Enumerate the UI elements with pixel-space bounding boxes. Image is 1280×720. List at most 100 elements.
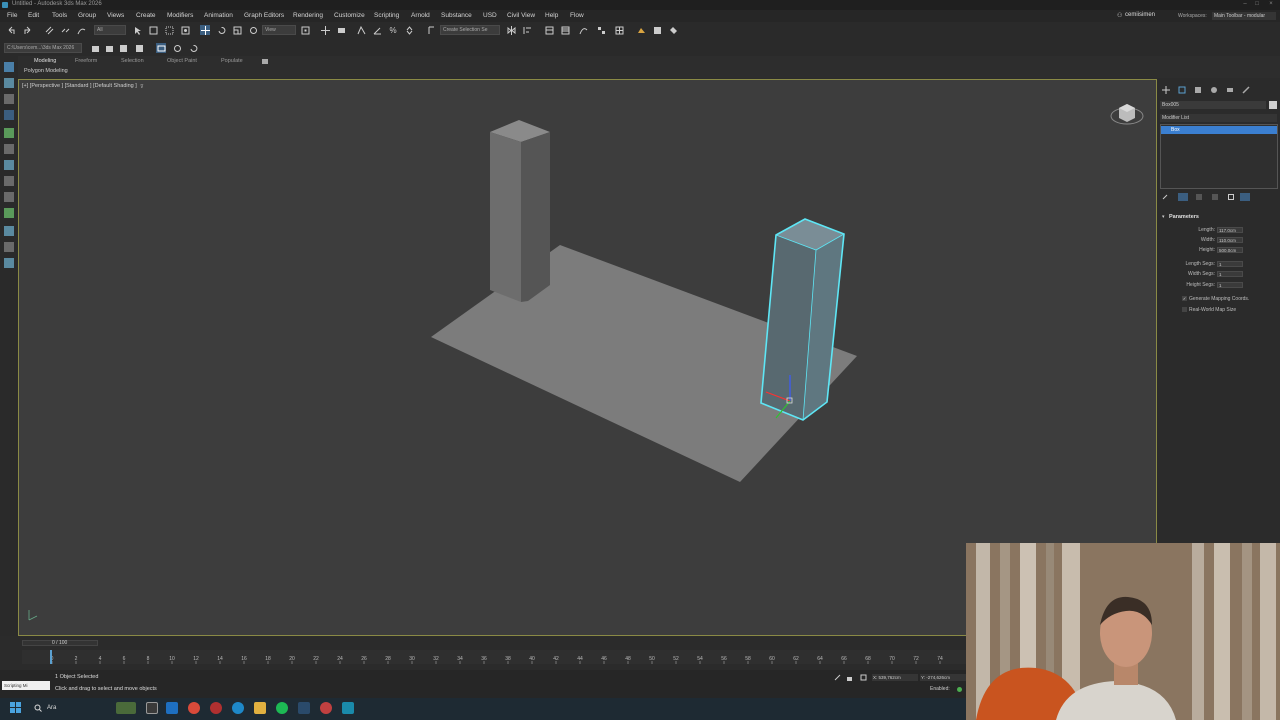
edit-named-selection-icon[interactable] [426, 25, 436, 35]
select-object-icon[interactable] [132, 25, 142, 35]
lock-selection-icon[interactable] [846, 674, 853, 681]
render-production-icon[interactable] [668, 25, 678, 35]
spinner-snap-icon[interactable] [404, 25, 414, 35]
absolute-mode-icon[interactable] [860, 674, 867, 681]
trash-icon[interactable] [1228, 194, 1234, 200]
display-tab-icon[interactable] [1226, 86, 1234, 94]
remove-modifier-icon[interactable] [1212, 194, 1218, 200]
menu-civil-view[interactable]: Civil View [507, 12, 535, 19]
edge-icon[interactable] [232, 702, 244, 714]
select-by-name-icon[interactable] [148, 25, 158, 35]
opera-icon[interactable] [210, 702, 222, 714]
menu-scripting[interactable]: Scripting [374, 12, 399, 19]
store-icon[interactable] [166, 702, 178, 714]
place-icon[interactable] [248, 25, 258, 35]
windows-start-icon[interactable] [10, 702, 22, 714]
pivot-center-icon[interactable] [300, 25, 310, 35]
undo-icon[interactable] [6, 25, 16, 35]
menu-customize[interactable]: Customize [334, 12, 365, 19]
motion-tab-icon[interactable] [1210, 86, 1218, 94]
spotify-icon[interactable] [276, 702, 288, 714]
menu-arnold[interactable]: Arnold [411, 12, 430, 19]
keyboard-shortcut-icon[interactable] [336, 25, 346, 35]
hidden-icon[interactable] [4, 226, 14, 236]
select-move-icon[interactable] [200, 25, 210, 35]
align-icon[interactable] [522, 25, 532, 35]
maximize-icon[interactable]: □ [1252, 1, 1262, 9]
menu-create[interactable]: Create [136, 12, 156, 19]
menu-substance[interactable]: Substance [441, 12, 472, 19]
material-editor-icon[interactable] [614, 25, 624, 35]
tab-object-paint[interactable]: Object Paint [167, 58, 197, 64]
modifier-list-dropdown[interactable]: Modifier List [1160, 114, 1277, 122]
generate-mapping-checkbox[interactable]: ✓ [1182, 296, 1187, 301]
create-icon[interactable] [4, 62, 14, 72]
create-tab-icon[interactable] [1162, 86, 1170, 94]
modifier-stack-item[interactable]: Box [1161, 126, 1277, 134]
rendered-frame-window-icon[interactable] [652, 25, 662, 35]
object-color-swatch[interactable] [1269, 101, 1277, 109]
tab-populate[interactable]: Populate [221, 58, 243, 64]
width-field[interactable]: 110,0cm [1217, 237, 1243, 243]
redo-icon[interactable] [22, 25, 32, 35]
coord-y-field[interactable]: Y: -274,626cm [920, 674, 966, 681]
filter-icon[interactable] [4, 110, 14, 120]
workspace-dropdown[interactable]: Main Toolbar - modular [1212, 12, 1276, 20]
save-file-icon[interactable] [118, 43, 128, 53]
spacewarp-icon[interactable] [4, 242, 14, 252]
menu-graph-editors[interactable]: Graph Editors [244, 12, 284, 19]
length-segs-field[interactable]: 1 [1217, 261, 1243, 267]
menu-views[interactable]: Views [107, 12, 124, 19]
selection-filter-dropdown[interactable]: All [94, 25, 126, 35]
steam-icon[interactable] [298, 702, 310, 714]
recording-app-icon[interactable] [320, 702, 332, 714]
show-end-result-icon[interactable] [1178, 193, 1188, 201]
layer-explorer-icon[interactable] [544, 25, 554, 35]
pin-stack-icon[interactable] [1162, 194, 1168, 200]
create-selection-set-dropdown[interactable]: Create Selection Se [440, 25, 500, 35]
rollout-collapse-icon[interactable]: ▾ [1162, 214, 1165, 220]
width-segs-field[interactable]: 1 [1217, 271, 1243, 277]
curve-editor-icon[interactable] [578, 25, 588, 35]
menu-help[interactable]: Help [545, 12, 558, 19]
live-sync-icon[interactable] [188, 43, 198, 53]
ribbon-toggle-icon[interactable] [156, 43, 166, 53]
menu-group[interactable]: Group [78, 12, 96, 19]
menu-usd[interactable]: USD [483, 12, 497, 19]
menu-edit[interactable]: Edit [28, 12, 39, 19]
manipulate-icon[interactable] [320, 25, 330, 35]
length-field[interactable]: 117,0cm [1217, 227, 1243, 233]
settings-icon[interactable] [172, 43, 182, 53]
ribbon-options-icon[interactable] [262, 59, 268, 64]
hierarchy-tab-icon[interactable] [1194, 86, 1202, 94]
viewcube-icon[interactable] [1110, 98, 1144, 126]
window-crossing-icon[interactable] [180, 25, 190, 35]
make-unique-icon[interactable] [1196, 194, 1202, 200]
utilities-tab-icon[interactable] [1242, 86, 1250, 94]
percent-snap-icon[interactable]: % [388, 25, 398, 35]
3dsmax-taskbar-icon[interactable] [342, 702, 354, 714]
tab-modeling[interactable]: Modeling [34, 58, 56, 64]
scene-explorer-icon[interactable] [4, 78, 14, 88]
bind-space-warp-icon[interactable] [76, 25, 86, 35]
scene-explorer-icon[interactable] [560, 25, 570, 35]
modify-tab-icon[interactable] [1178, 86, 1186, 94]
taskbar-search-label[interactable]: Ara [47, 705, 56, 711]
close-icon[interactable]: × [1266, 1, 1276, 9]
object-name-field[interactable]: Box005 [1160, 101, 1266, 109]
layer-icon[interactable] [4, 94, 14, 104]
angle-snap-icon[interactable] [372, 25, 382, 35]
snaps-toggle-icon[interactable] [356, 25, 366, 35]
project-folder-icon[interactable] [90, 43, 100, 53]
chrome-icon[interactable] [188, 702, 200, 714]
user-account[interactable]: cemiisimen [1125, 12, 1155, 18]
frozen-icon[interactable] [4, 208, 14, 218]
select-rotate-icon[interactable] [216, 25, 226, 35]
tab-selection[interactable]: Selection [121, 58, 144, 64]
menu-file[interactable]: File [7, 12, 17, 19]
parameters-rollout-title[interactable]: Parameters [1169, 214, 1199, 220]
maxscript-listener[interactable]: Scripting Mi [2, 681, 50, 690]
minimize-icon[interactable]: – [1240, 1, 1250, 9]
task-view-icon[interactable] [146, 702, 158, 714]
file-explorer-icon[interactable] [254, 702, 266, 714]
